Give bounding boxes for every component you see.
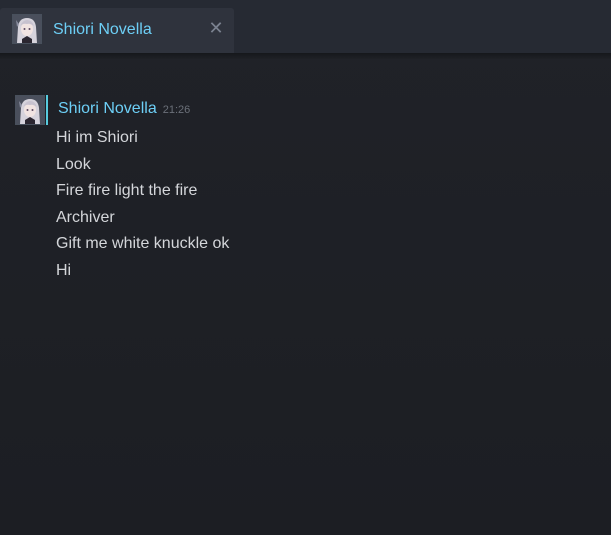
message-header: Shiori Novella 21:26 <box>58 100 190 118</box>
chat-message: Hi im Shiori <box>56 129 138 146</box>
sender-avatar[interactable] <box>15 95 45 125</box>
tab-title: Shiori Novella <box>53 21 152 38</box>
sender-name[interactable]: Shiori Novella <box>58 100 157 117</box>
chat-history: Shiori Novella 21:26 Hi im Shiori Look Fi… <box>0 59 611 535</box>
chat-message: Archiver <box>56 208 115 226</box>
avatar-icon <box>16 96 44 124</box>
tab-avatar-image <box>12 14 42 44</box>
online-status-indicator <box>46 95 48 125</box>
chat-tab[interactable]: Shiori Novella ✕ <box>0 8 234 53</box>
message-timestamp: 21:26 <box>162 104 191 116</box>
chat-message: Hi <box>56 261 72 279</box>
close-icon[interactable]: ✕ <box>207 19 225 37</box>
tab-bar: Shiori Novella ✕ <box>0 0 611 53</box>
message-list: Hi im Shiori Look Fire fire light the fi… <box>56 125 229 284</box>
chat-window: Shiori Novella ✕ Shiori Novella 21:26 Hi… <box>0 0 611 535</box>
chat-message: Fire fire light the fire <box>56 182 198 199</box>
chat-message: Gift me white knuckle ok <box>56 235 230 252</box>
chat-message: Look <box>56 155 91 173</box>
avatar-icon <box>13 15 41 43</box>
